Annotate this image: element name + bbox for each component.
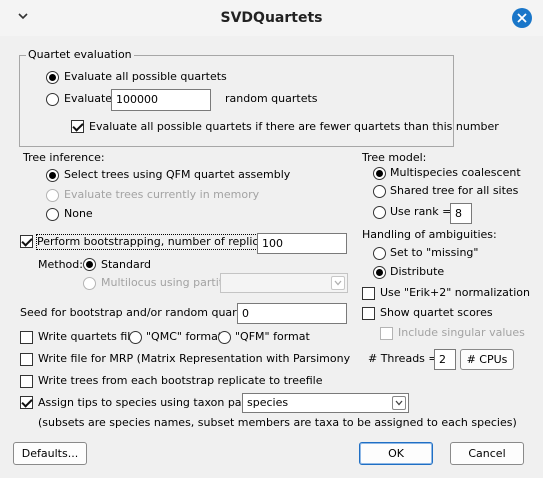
random-quartets-input[interactable]: 100000 [111,89,211,111]
write-quartets-checkbox[interactable] [20,331,33,344]
radio-trees-in-memory[interactable] [46,189,59,202]
tree-inference-heading: Tree inference: [23,151,105,164]
radio-multilocus-label[interactable]: Multilocus using partition [101,276,240,290]
tree-model-heading: Tree model: [362,151,427,164]
radio-set-missing-label[interactable]: Set to "missing" [390,246,478,260]
radio-distribute-label[interactable]: Distribute [390,265,444,279]
radio-qfm-label[interactable]: Select trees using QFM quartet assembly [64,168,290,182]
mrp-checkbox[interactable] [20,353,33,366]
radio-multilocus[interactable] [83,277,96,290]
window-title: SVDQuartets [220,10,323,26]
bootstrap-trees-label[interactable]: Write trees from each bootstrap replicat… [38,374,323,388]
bootstrap-trees-checkbox[interactable] [20,375,33,388]
show-quartet-scores-label[interactable]: Show quartet scores [380,306,493,320]
threads-input[interactable]: 2 [434,349,456,370]
cancel-button[interactable]: Cancel [450,442,524,465]
radio-multispecies-label[interactable]: Multispecies coalescent [390,166,521,180]
seed-label: Seed for bootstrap and/or random quartet… [20,306,271,319]
fewer-quartets-label[interactable]: Evaluate all possible quartets if there … [89,120,499,134]
bootstrap-checkbox[interactable] [20,235,33,248]
radio-qfm-format-label[interactable]: "QFM" format [235,330,310,344]
show-quartet-scores-checkbox[interactable] [362,307,375,320]
radio-trees-in-memory-label[interactable]: Evaluate trees currently in memory [64,188,259,202]
assign-tips-checkbox[interactable] [20,396,33,409]
radio-distribute[interactable] [373,266,386,279]
cpus-button[interactable]: # CPUs [460,349,514,370]
singular-values-checkbox[interactable] [380,327,393,340]
radio-set-missing[interactable] [373,247,386,260]
radio-use-rank[interactable] [373,206,386,219]
taxon-partition-dropdown[interactable]: species [242,393,409,413]
radio-qmc-format[interactable] [129,331,142,344]
radio-standard[interactable] [83,258,96,271]
mrp-label[interactable]: Write file for MRP (Matrix Representatio… [38,352,350,366]
random-quartets-suffix: random quartets [225,92,318,105]
rank-input[interactable]: 8 [450,203,472,224]
radio-none[interactable] [46,208,59,221]
radio-standard-label[interactable]: Standard [101,258,151,272]
replicates-input[interactable]: 100 [257,233,347,254]
chevron-down-icon[interactable] [392,396,406,410]
radio-evaluate-random-label[interactable]: Evaluate [64,92,112,106]
radio-evaluate-all[interactable] [46,71,59,84]
write-quartets-label[interactable]: Write quartets file: [38,330,141,344]
radio-none-label[interactable]: None [64,207,93,221]
threads-label: # Threads = [368,352,438,365]
method-label: Method: [38,258,83,271]
erik-normalization-label[interactable]: Use "Erik+2" normalization [380,286,530,300]
radio-use-rank-label[interactable]: Use rank = [390,205,451,219]
erik-normalization-checkbox[interactable] [362,287,375,300]
radio-evaluate-all-label[interactable]: Evaluate all possible quartets [64,70,227,84]
partition-dropdown[interactable] [220,273,348,293]
ok-button[interactable]: OK [359,442,433,465]
radio-multispecies[interactable] [373,167,386,180]
seed-input[interactable]: 0 [237,303,347,324]
radio-evaluate-random[interactable] [46,93,59,106]
defaults-button[interactable]: Defaults... [13,442,87,465]
ambiguities-heading: Handling of ambiguities: [362,228,497,241]
radio-qfm[interactable] [46,169,59,182]
singular-values-label[interactable]: Include singular values [398,326,525,340]
radio-qmc-format-label[interactable]: "QMC" format [146,330,222,344]
close-icon[interactable] [512,8,532,28]
fewer-quartets-checkbox[interactable] [71,120,84,133]
radio-shared-tree-label[interactable]: Shared tree for all sites [390,184,518,198]
assign-tips-note: (subsets are species names, subset membe… [38,416,517,429]
assign-tips-label[interactable]: Assign tips to species using taxon parti… [38,396,275,410]
radio-qfm-format[interactable] [218,331,231,344]
chevron-down-icon[interactable] [331,276,345,290]
radio-shared-tree[interactable] [373,185,386,198]
quartet-evaluation-legend: Quartet evaluation [26,48,134,62]
